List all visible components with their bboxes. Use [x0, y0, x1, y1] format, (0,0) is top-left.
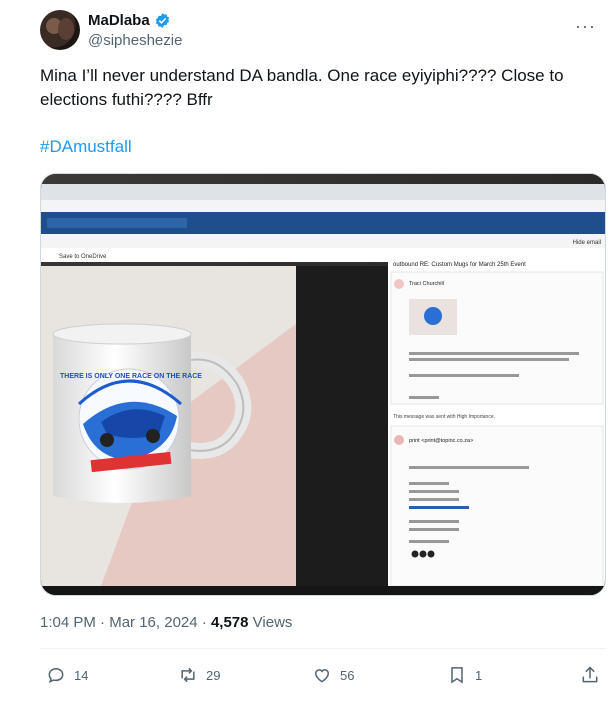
- like-count: 56: [340, 667, 355, 683]
- tweet-date[interactable]: Mar 16, 2024: [109, 614, 197, 631]
- meta-separator: ·: [201, 614, 211, 631]
- hashtag-link[interactable]: #DAmustfall: [40, 137, 132, 157]
- verified-badge-icon: [155, 13, 169, 28]
- email-sender: Traci Churchill: [409, 281, 444, 287]
- hide-email-label: Hide email: [573, 240, 601, 246]
- divider: [40, 648, 606, 649]
- high-importance-note: This message was sent with High Importan…: [393, 414, 495, 420]
- tweet-time[interactable]: 1:04 PM: [40, 614, 96, 631]
- photo-of-laptop-screen: Hide email Save to OneDrive THERE IS ONL…: [41, 174, 605, 595]
- repost-count: 29: [206, 667, 221, 683]
- reply-button[interactable]: 14: [46, 660, 88, 690]
- like-button[interactable]: 56: [312, 660, 354, 690]
- mug-slogan: THERE IS ONLY ONE RACE ON THE RACE: [60, 373, 202, 380]
- save-onedrive-label: Save to OneDrive: [59, 254, 107, 260]
- author-name-row: MaDlaba: [88, 12, 171, 29]
- tweet-header: MaDlaba @sipheshezie ···: [40, 10, 600, 52]
- repost-icon: [181, 667, 195, 683]
- bookmark-count: 1: [475, 667, 483, 683]
- author-handle[interactable]: @sipheshezie: [88, 32, 182, 49]
- bookmark-icon: [451, 667, 463, 684]
- email-subject: outbound RE: Custom Mugs for March 25th …: [393, 262, 526, 268]
- share-button[interactable]: [580, 660, 600, 690]
- tweet-media-photo[interactable]: Hide email Save to OneDrive THERE IS ONL…: [40, 173, 606, 596]
- share-icon: [582, 666, 598, 683]
- bookmark-button[interactable]: 1: [447, 660, 482, 690]
- reply-sender: print <print@topinc.co.za>: [409, 438, 473, 444]
- repost-button[interactable]: 29: [178, 660, 220, 690]
- views-count: 4,578: [210, 614, 249, 631]
- views-label: Views: [252, 614, 293, 631]
- author-display-name[interactable]: MaDlaba: [88, 12, 150, 29]
- avatar[interactable]: [40, 10, 80, 50]
- tweet-text: Mina I’ll never understand DA bandla. On…: [40, 66, 564, 109]
- action-bar: 14 29 56 1: [40, 660, 606, 690]
- reply-icon: [48, 667, 64, 684]
- heart-icon: [314, 669, 330, 683]
- reply-count: 14: [74, 667, 89, 683]
- tweet-meta: 1:04 PM · Mar 16, 2024 · 4,578 Views: [40, 614, 292, 631]
- more-options-icon[interactable]: ···: [575, 16, 596, 37]
- meta-separator: ·: [100, 614, 110, 631]
